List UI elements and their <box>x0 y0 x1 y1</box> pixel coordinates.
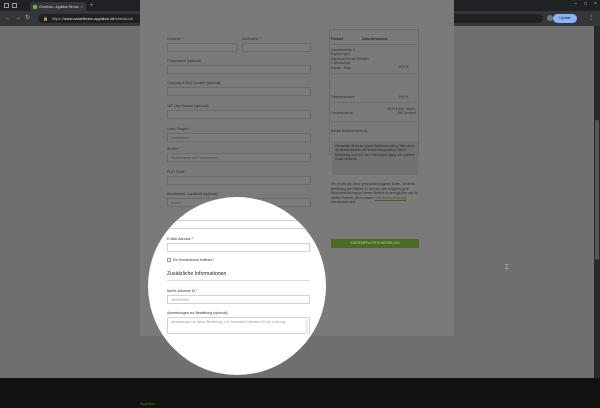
order-col-product: Produkt <box>331 37 344 41</box>
browser-tab[interactable]: Checkout – Applikon für das Ge... × <box>30 2 86 11</box>
vat-label: VAT (Tax Number (optional) <box>167 104 209 108</box>
textarea-scrollbar[interactable] <box>305 319 308 334</box>
company-field[interactable] <box>167 65 311 74</box>
email-field[interactable] <box>167 243 310 252</box>
window-menu-icon[interactable] <box>4 3 9 8</box>
scrollbar-thumb[interactable] <box>595 120 599 260</box>
spotlight-focus: Ortschaft * E-Mail-Adresse * Ein Kundenk… <box>148 197 326 375</box>
order-col-subtotal: Zwischensumme <box>362 37 388 41</box>
privacy-notice: Wir verwenden deine personenbezogenen Da… <box>331 182 418 205</box>
order-notes-label: Anmerkungen zur Bestellung (optional) <box>167 311 228 315</box>
favicon-icon <box>33 4 37 9</box>
summary-divider <box>331 102 417 103</box>
tab-title: Checkout – Applikon für das Ge... <box>39 4 79 9</box>
place-order-button[interactable]: KOSTENPFLICHTIG BESTELLEN <box>331 239 419 248</box>
country-label: Land / Region * <box>167 127 191 131</box>
subtotal-value: 49,00 € <box>398 95 409 99</box>
window-controls: – □ × <box>574 1 597 7</box>
first-name-field[interactable] <box>167 43 237 52</box>
lock-icon: 🔒 <box>43 16 48 21</box>
additional-info-heading: Zusätzliche Informationen <box>167 271 227 277</box>
total-value: 49,00 € (inkl. MwSt.) inkl. Versand <box>386 107 416 115</box>
state-label: Bundesland / Landkreis (optional) <box>167 192 218 196</box>
total-label: Gesamtsumme <box>331 111 353 115</box>
privacy-policy-link[interactable]: Datenschutzerklärung <box>375 196 406 200</box>
vat-id-label: MwSt.-Adresse ID * <box>167 289 198 293</box>
checkbox-icon[interactable] <box>167 258 171 262</box>
email-label: E-Mail-Adresse * <box>167 237 194 241</box>
vat-field[interactable] <box>167 110 311 119</box>
zip-city-label: PLZ / Stadt * <box>167 170 187 174</box>
tab-close-icon[interactable]: × <box>81 4 83 9</box>
section-divider <box>167 280 310 281</box>
street-label: Straße * <box>167 147 180 151</box>
last-name-field[interactable] <box>242 43 311 52</box>
company-label: Firmenname (optional) <box>167 59 202 63</box>
create-account-checkbox[interactable]: Ein Kundenkonto eröffnen? <box>167 258 214 262</box>
order-item: Getreidemühle 3 Ergänzungen: Warenkorb E… <box>331 48 369 70</box>
summary-divider <box>331 121 417 122</box>
first-name-label: Vorname * <box>167 37 183 41</box>
summary-divider <box>331 44 417 45</box>
reload-button[interactable]: ↻ <box>25 15 30 21</box>
update-button[interactable]: Update <box>553 14 577 23</box>
back-button[interactable]: ← <box>5 15 11 21</box>
company-id-label: Company ID/EUI Number (optional) <box>167 81 221 85</box>
tab-overview-icon[interactable] <box>12 3 17 8</box>
country-select[interactable]: Deutschland <box>167 133 311 142</box>
site-footer: Applikon <box>0 378 600 408</box>
last-name-label: Nachname * <box>242 37 261 41</box>
forward-button[interactable]: → <box>15 15 21 21</box>
city-label: Ortschaft * <box>167 214 184 218</box>
subtotal-label: Zwischensumme <box>331 95 355 99</box>
order-notes-textarea[interactable]: Anmerkungen zu deiner Bestellung, z.B. b… <box>167 317 310 334</box>
create-account-label: Ein Kundenkonto eröffnen? <box>173 258 215 262</box>
browser-menu-icon[interactable]: ⋮ <box>588 14 594 21</box>
payment-notice: Überweise direkt an unsere Bankverbindun… <box>332 141 418 175</box>
minimize-button[interactable]: – <box>574 1 577 7</box>
summary-divider <box>331 73 417 74</box>
new-tab-button[interactable]: + <box>90 3 94 9</box>
address-url[interactable]: https://www.anselfbrew-applikon.de/check… <box>52 16 133 21</box>
vat-id-field[interactable]: 0000000000 <box>167 295 310 304</box>
company-id-field[interactable] <box>167 87 311 96</box>
footer-brand: Applikon <box>140 401 156 406</box>
mouse-cursor-icon: ⌶ <box>505 265 509 271</box>
order-item-price: 49,00 € <box>398 65 409 69</box>
zip-city-field[interactable] <box>167 176 311 185</box>
payment-method-label: Direkte Banküberweisung <box>331 129 368 133</box>
close-window-button[interactable]: × <box>594 1 597 7</box>
street-field[interactable]: Straßenname und Hausnummer <box>167 153 311 162</box>
maximize-button[interactable]: □ <box>584 1 587 7</box>
city-field[interactable] <box>167 220 310 229</box>
